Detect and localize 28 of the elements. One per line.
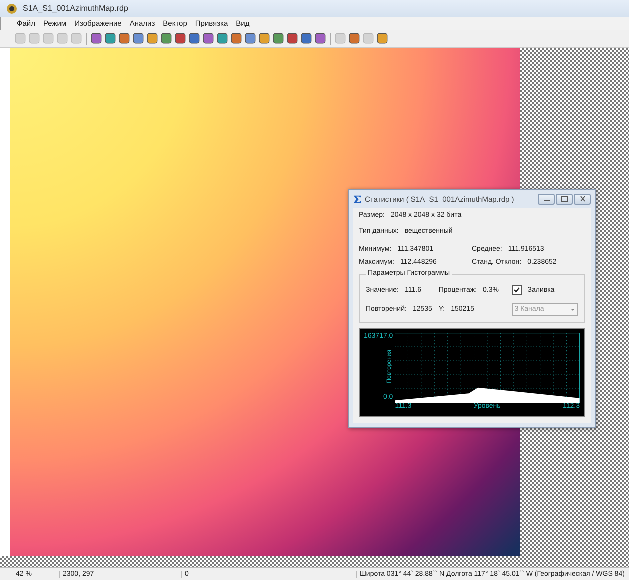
toolbar-icon[interactable] — [272, 32, 285, 45]
toolbar-icon[interactable] — [300, 32, 313, 45]
toolbar-icon[interactable] — [202, 32, 215, 45]
toolbar-icon[interactable] — [146, 32, 159, 45]
toolbar-icon[interactable] — [188, 32, 201, 45]
close-icon — [578, 195, 588, 203]
close-button[interactable] — [574, 194, 591, 204]
app-icon — [6, 2, 18, 14]
toolbar-icon[interactable] — [244, 32, 257, 45]
maximize-icon — [560, 195, 570, 203]
toolbar-icon[interactable] — [118, 32, 131, 45]
toolbar-icon[interactable] — [90, 32, 103, 45]
toolbar-icon[interactable] — [104, 32, 117, 45]
toolbar-icon[interactable] — [348, 32, 361, 45]
minimize-button[interactable] — [538, 194, 555, 204]
toolbar-icon[interactable] — [216, 32, 229, 45]
toolbar-icon[interactable] — [230, 32, 243, 45]
toolbar-icon[interactable] — [286, 32, 299, 45]
maximize-button[interactable] — [556, 194, 573, 204]
toolbar-icon[interactable] — [160, 32, 173, 45]
toolbar-icon[interactable] — [314, 32, 327, 45]
fill-checkbox[interactable] — [512, 285, 522, 295]
toolbar-icon[interactable] — [174, 32, 187, 45]
sigma-icon — [353, 194, 362, 204]
window-title: S1A_S1_001AzimuthMap.rdp — [23, 4, 128, 13]
toolbar-icon[interactable] — [376, 32, 389, 45]
toolbar-icon[interactable] — [258, 32, 271, 45]
toolbar-icon[interactable] — [132, 32, 145, 45]
